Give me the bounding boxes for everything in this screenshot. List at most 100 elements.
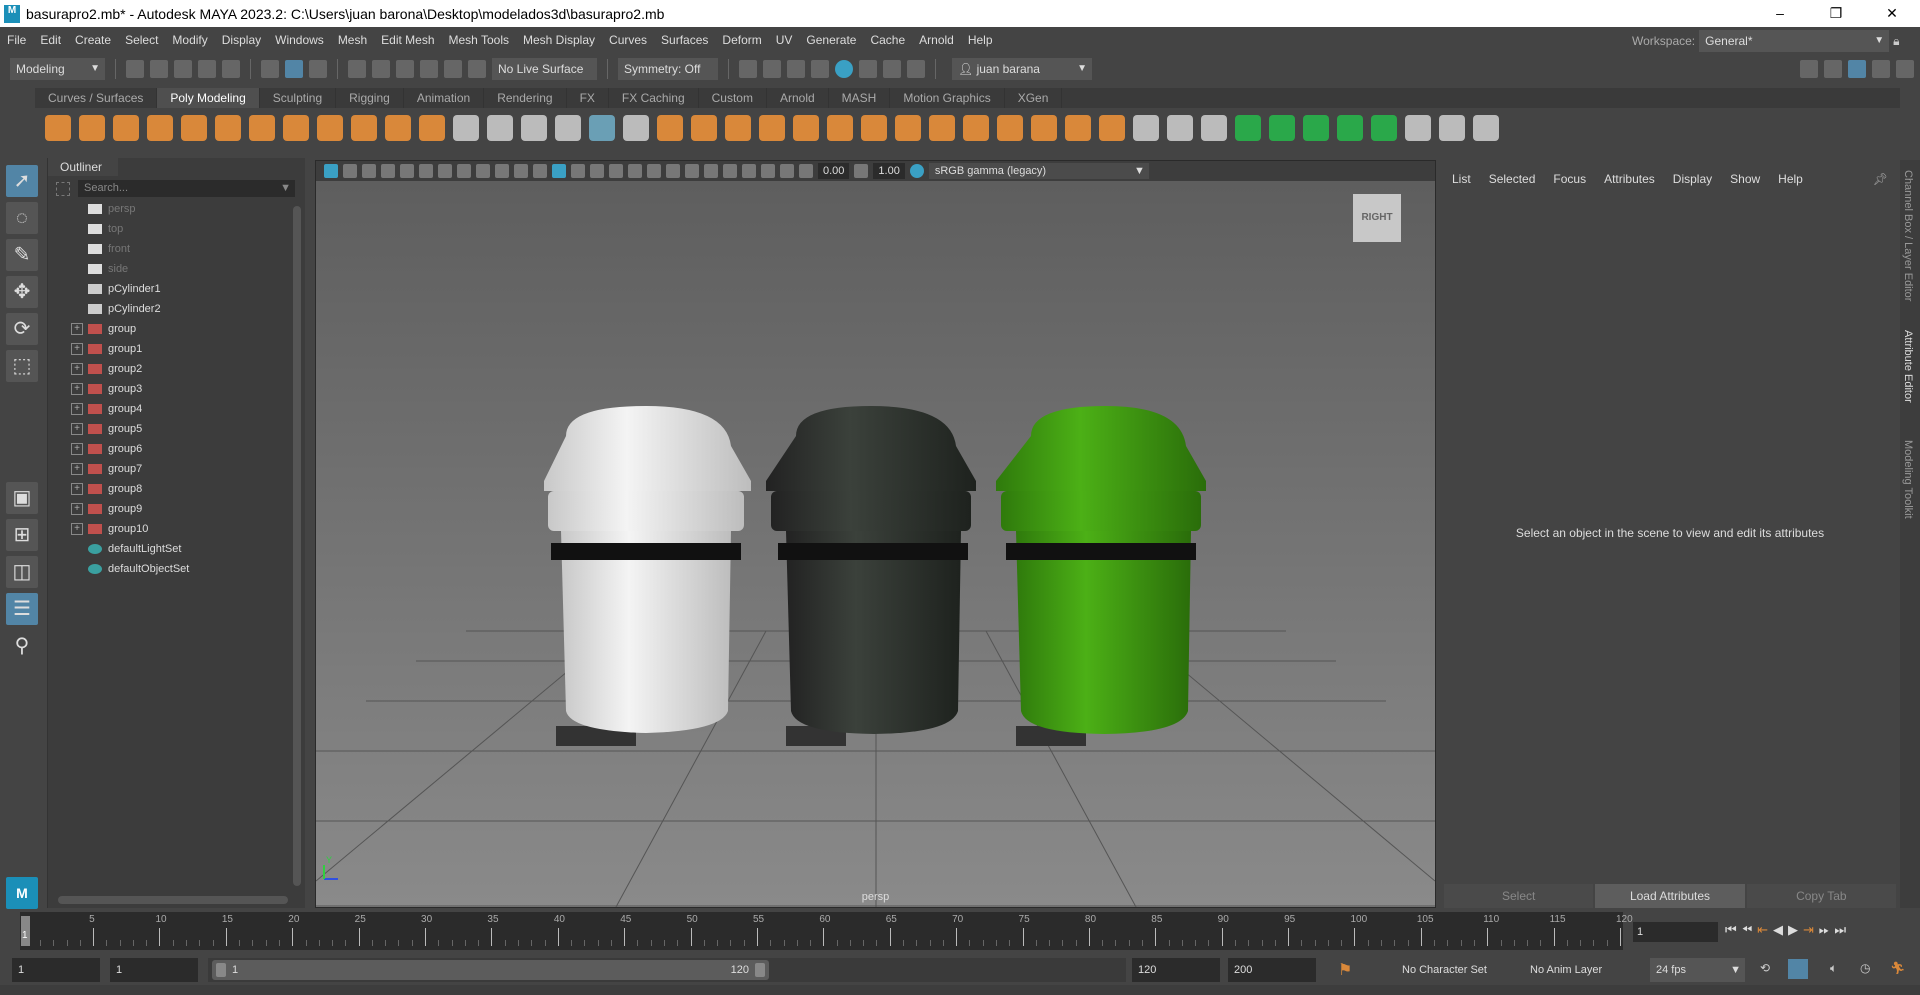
animation-end-field[interactable]: 200 xyxy=(1228,958,1316,982)
sweep-mesh-icon[interactable] xyxy=(351,115,377,141)
sew-uv-icon[interactable] xyxy=(1473,115,1499,141)
playback-end-field[interactable]: 120 xyxy=(1132,958,1220,982)
shelf-tab-fx-caching[interactable]: FX Caching xyxy=(609,88,699,108)
outliner-item[interactable]: front xyxy=(48,239,305,259)
poly-cylinder-icon[interactable] xyxy=(113,115,139,141)
render-setup-icon[interactable] xyxy=(859,59,877,78)
shelf-tab-motion-graphics[interactable]: Motion Graphics xyxy=(890,88,1005,108)
trash-bin-white[interactable] xyxy=(544,406,751,746)
paint-select-tool-icon[interactable]: ✎ xyxy=(6,239,38,271)
attr-menu-show[interactable]: Show xyxy=(1730,172,1760,186)
menu-uv[interactable]: UV xyxy=(769,33,800,47)
outliner-item[interactable]: + group2 xyxy=(48,359,305,379)
range-start-grip[interactable] xyxy=(216,963,226,977)
expand-icon[interactable]: + xyxy=(71,383,83,395)
extrude-icon[interactable] xyxy=(861,115,887,141)
playback-start-field[interactable]: 1 xyxy=(110,958,198,982)
shelf-tab-custom[interactable]: Custom xyxy=(699,88,767,108)
scale-tool-icon[interactable]: ⬚ xyxy=(6,350,38,382)
expand-icon[interactable]: + xyxy=(71,363,83,375)
svg-icon[interactable] xyxy=(419,115,445,141)
grid-toggle-icon[interactable] xyxy=(400,164,414,178)
fps-dropdown[interactable]: 24 fps ▼ xyxy=(1650,958,1745,982)
expand-icon[interactable]: + xyxy=(71,443,83,455)
attr-menu-attributes[interactable]: Attributes xyxy=(1604,172,1655,186)
color-space-dropdown[interactable]: sRGB gamma (legacy) ▼ xyxy=(928,163,1149,179)
outliner-item[interactable]: top xyxy=(48,219,305,239)
camera-attributes-icon[interactable] xyxy=(343,164,357,178)
snap-surface-icon[interactable] xyxy=(444,59,462,78)
expand-icon[interactable]: + xyxy=(71,463,83,475)
color-management-icon[interactable] xyxy=(909,164,924,178)
expand-icon[interactable]: + xyxy=(71,423,83,435)
outliner-item[interactable]: + group xyxy=(48,319,305,339)
shelf-tab-rigging[interactable]: Rigging xyxy=(336,88,404,108)
attr-menu-display[interactable]: Display xyxy=(1673,172,1712,186)
filter-icon[interactable] xyxy=(56,182,70,196)
shelf-tab-poly-modeling[interactable]: Poly Modeling xyxy=(157,88,260,108)
safe-title-icon[interactable] xyxy=(514,164,528,178)
menu-file[interactable]: File xyxy=(0,33,33,47)
workspace-dropdown[interactable]: General* ▼ xyxy=(1699,30,1890,52)
super-shape-icon[interactable] xyxy=(317,115,343,141)
command-line[interactable] xyxy=(0,985,1920,995)
quad-draw-icon[interactable] xyxy=(1201,115,1227,141)
snap-point-icon[interactable] xyxy=(396,59,414,78)
outliner-item[interactable]: defaultObjectSet xyxy=(48,559,305,579)
unfold-icon[interactable] xyxy=(1371,115,1397,141)
reduce-icon[interactable] xyxy=(793,115,819,141)
shelf-tab-animation[interactable]: Animation xyxy=(404,88,485,108)
shelf-tab-mash[interactable]: MASH xyxy=(829,88,891,108)
attribute-editor-toggle-icon[interactable] xyxy=(1848,59,1866,78)
copy-tab-button[interactable]: Copy Tab xyxy=(1746,884,1896,908)
field-chart-icon[interactable] xyxy=(476,164,490,178)
checker-icon[interactable] xyxy=(1405,115,1431,141)
attr-menu-focus[interactable]: Focus xyxy=(1553,172,1586,186)
menu-mesh-tools[interactable]: Mesh Tools xyxy=(442,33,516,47)
snap-grid-icon[interactable] xyxy=(348,59,366,78)
outliner-tab[interactable]: Outliner xyxy=(48,158,118,176)
menu-modify[interactable]: Modify xyxy=(165,33,214,47)
mirror-icon[interactable] xyxy=(725,115,751,141)
new-scene-icon[interactable] xyxy=(126,59,144,78)
lights-icon[interactable] xyxy=(628,164,642,178)
character-controls-icon[interactable] xyxy=(1824,59,1842,78)
time-slider[interactable]: 1 5 10 15 20 25 30 35 40 45 50 55 60 65 70 75 80 85 90 95 1… xyxy=(20,912,1633,950)
exposure-icon[interactable] xyxy=(799,164,813,178)
spherical-mapping-icon[interactable] xyxy=(1303,115,1329,141)
merge-icon[interactable] xyxy=(1031,115,1057,141)
live-surface-field[interactable]: No Live Surface xyxy=(492,57,597,80)
auto-key-icon[interactable]: ⚑ xyxy=(1338,960,1352,980)
extract-icon[interactable] xyxy=(691,115,717,141)
search-icon[interactable]: ⚲ xyxy=(6,630,38,662)
measure-icon[interactable] xyxy=(487,115,513,141)
safe-action-icon[interactable] xyxy=(495,164,509,178)
step-back-key-icon[interactable]: ⇤ xyxy=(1757,922,1768,938)
platonic-solid-icon[interactable] xyxy=(283,115,309,141)
modeling-toolkit-icon[interactable] xyxy=(1800,59,1818,78)
snap-curve-icon[interactable] xyxy=(372,59,390,78)
shelf-tab-xgen[interactable]: XGen xyxy=(1005,88,1063,108)
single-view-layout-icon[interactable]: ▣ xyxy=(6,482,38,514)
select-button[interactable]: Select xyxy=(1444,884,1594,908)
lasso-tool-icon[interactable]: ◌ xyxy=(6,202,38,234)
outliner-item[interactable]: + group5 xyxy=(48,419,305,439)
target-weld-icon[interactable] xyxy=(1065,115,1091,141)
menu-generate[interactable]: Generate xyxy=(799,33,863,47)
symmetry-dropdown[interactable]: Symmetry: Off xyxy=(618,57,718,80)
hypershade-icon[interactable] xyxy=(835,59,853,78)
separate-icon[interactable] xyxy=(657,115,683,141)
anti-aliasing-icon[interactable] xyxy=(704,164,718,178)
render-settings-icon[interactable] xyxy=(811,59,829,78)
wireframe-on-shaded-icon[interactable] xyxy=(590,164,604,178)
view-cube[interactable]: RIGHT xyxy=(1353,194,1401,242)
trash-bin-black[interactable] xyxy=(766,406,976,746)
maya-home-icon[interactable]: M xyxy=(6,877,38,909)
poly-cube-icon[interactable] xyxy=(79,115,105,141)
shelf-tab-arnold[interactable]: Arnold xyxy=(767,88,829,108)
outliner-item[interactable]: + group10 xyxy=(48,519,305,539)
menu-edit[interactable]: Edit xyxy=(33,33,68,47)
cache-playback-icon[interactable] xyxy=(1788,959,1808,979)
expand-icon[interactable]: + xyxy=(71,403,83,415)
loop-icon[interactable]: ⟲ xyxy=(1760,961,1770,975)
